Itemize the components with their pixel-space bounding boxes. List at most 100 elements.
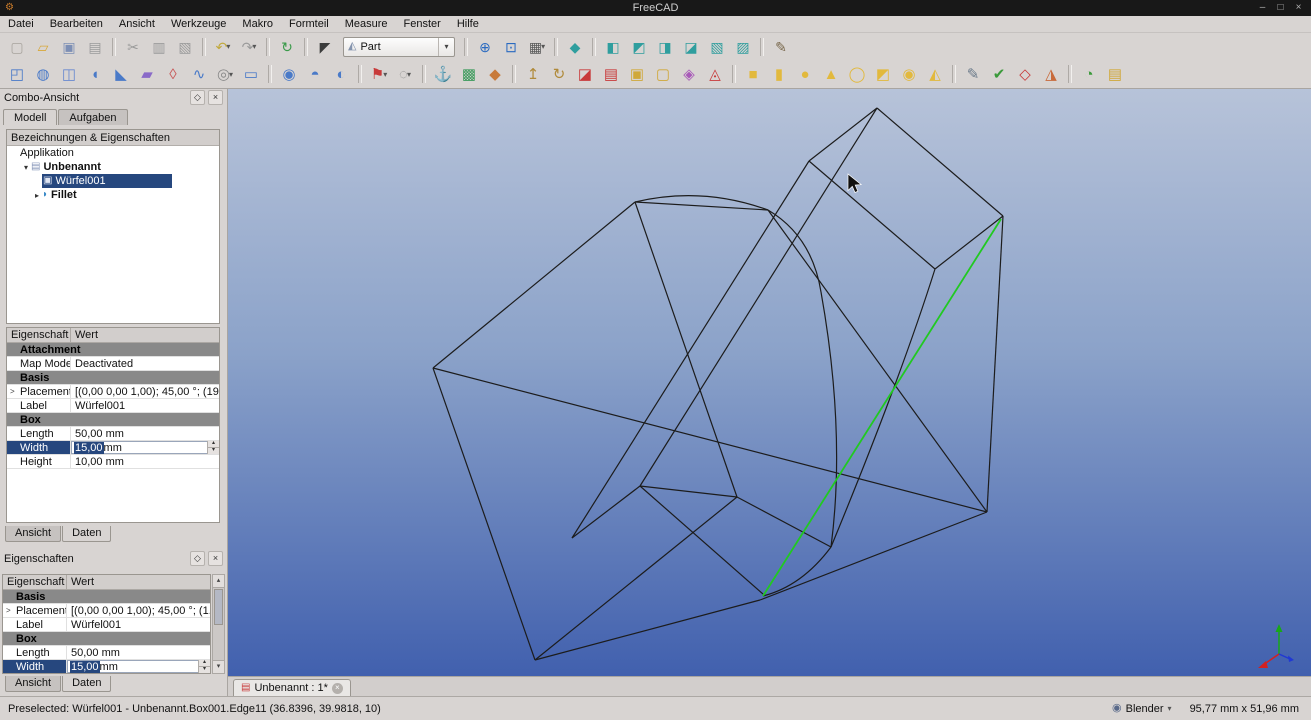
maximize-button[interactable]: □ — [1274, 1, 1287, 15]
expander-icon[interactable]: ▸ — [32, 191, 42, 200]
column-header-property[interactable]: Eigenschaft — [7, 328, 71, 342]
column-header-property[interactable]: Eigenschaft — [3, 575, 67, 589]
property-value[interactable]: 15,00 mm ▴ ▾ — [71, 441, 219, 454]
column-header-value[interactable]: Wert — [67, 575, 98, 589]
scrollbar-thumb[interactable] — [214, 589, 223, 625]
viewport-canvas[interactable] — [228, 89, 1311, 676]
primitive-cone-button[interactable]: ▲ — [818, 62, 844, 86]
boolean-fragments-button[interactable]: ◔ — [1076, 62, 1102, 86]
chamfer-button[interactable]: ◣ — [108, 62, 134, 86]
view-bottom-button[interactable]: ▧ — [704, 35, 730, 59]
document-tab[interactable]: ▤ Unbenannt : 1* × — [233, 679, 351, 696]
expander-icon[interactable]: ▾ — [21, 163, 31, 172]
scroll-up-icon[interactable]: ▴ — [213, 575, 224, 588]
revolve-button[interactable]: ↻ — [546, 62, 572, 86]
float-panel-icon[interactable]: ◇ — [190, 90, 205, 105]
float-panel-icon[interactable]: ◇ — [190, 551, 205, 566]
property-name[interactable]: Label — [3, 618, 67, 631]
expander-icon[interactable]: > — [6, 606, 11, 615]
whats-this-button[interactable]: ◤ — [312, 35, 338, 59]
refine-shape-button[interactable]: ◇ — [1012, 62, 1038, 86]
minimize-button[interactable]: – — [1256, 1, 1269, 15]
zoom-selection-button[interactable]: ⊡ — [498, 35, 524, 59]
property-value[interactable]: [(0,00 0,00 1,00); 45,00 °; (1... — [67, 604, 210, 617]
property-name[interactable]: > Placement — [3, 604, 67, 617]
spin-down-icon[interactable]: ▾ — [208, 447, 219, 454]
tree-item-applikation[interactable]: Applikation — [7, 146, 219, 160]
property-name[interactable]: Width — [7, 441, 71, 454]
menu-fenster[interactable]: Fenster — [396, 17, 449, 31]
tab-aufgaben[interactable]: Aufgaben — [58, 109, 128, 125]
primitives-dialog-button[interactable]: ◩ — [870, 62, 896, 86]
zoom-fit-all-button[interactable]: ⊕ — [472, 35, 498, 59]
measure-button[interactable]: ✎ — [768, 35, 794, 59]
wireframe-model[interactable] — [432, 107, 1004, 661]
section-plane-button[interactable]: ⚑ ▾ — [366, 62, 392, 86]
print-button[interactable]: ▤ — [82, 35, 108, 59]
expander-icon[interactable]: > — [10, 387, 15, 396]
property-value[interactable]: Würfel001 — [71, 399, 219, 412]
sweep-button[interactable]: ∿ — [186, 62, 212, 86]
loft-button[interactable]: ◊ — [160, 62, 186, 86]
part-export-button[interactable]: ◍ — [30, 62, 56, 86]
property-value[interactable]: Würfel001 — [67, 618, 210, 631]
paste-button[interactable]: ▧ — [172, 35, 198, 59]
tree-item-fillet[interactable]: ▸ ◗ Fillet — [7, 188, 219, 202]
tube-button[interactable]: ◉ — [896, 62, 922, 86]
ruled-surface-button[interactable]: ▰ — [134, 62, 160, 86]
close-button[interactable]: × — [1292, 1, 1305, 15]
primitive-torus-button[interactable]: ◯ — [844, 62, 870, 86]
spin-down-icon[interactable]: ▾ — [199, 666, 210, 673]
part-import-button[interactable]: ◰ — [4, 62, 30, 86]
property-name[interactable]: > Placement — [7, 385, 71, 398]
boolean-union-button[interactable]: ◉ — [276, 62, 302, 86]
menu-hilfe[interactable]: Hilfe — [449, 17, 487, 31]
property-value[interactable]: 50,00 mm — [67, 646, 210, 659]
projection-on-surface-button[interactable]: ◈ — [676, 62, 702, 86]
menu-datei[interactable]: Datei — [0, 17, 42, 31]
connect-objects-button[interactable]: ◌ ▾ — [392, 62, 418, 86]
tree-item-w-rfel001[interactable]: ▣ Würfel001 — [7, 174, 219, 188]
property-value[interactable]: 15,00 mm ▴ ▾ — [67, 660, 210, 673]
make-compound-button[interactable]: ▩ — [456, 62, 482, 86]
offset-3d-button[interactable]: ▣ — [624, 62, 650, 86]
menu-makro[interactable]: Makro — [234, 17, 281, 31]
view-front-button[interactable]: ◧ — [600, 35, 626, 59]
menu-ansicht[interactable]: Ansicht — [111, 17, 163, 31]
group-button[interactable]: ▤ — [1102, 62, 1128, 86]
copy-button[interactable]: ▥ — [146, 35, 172, 59]
chevron-down-icon[interactable]: ▾ — [541, 42, 545, 51]
mirror-button[interactable]: ◫ — [56, 62, 82, 86]
view-rear-button[interactable]: ◪ — [678, 35, 704, 59]
menu-measure[interactable]: Measure — [337, 17, 396, 31]
property-value[interactable]: 10,00 mm — [71, 455, 219, 468]
props-bottom-tab-ansicht[interactable]: Ansicht — [5, 676, 62, 692]
cut-button[interactable]: ✂ — [120, 35, 146, 59]
menu-formteil[interactable]: Formteil — [281, 17, 337, 31]
sketch-on-face-button[interactable]: ✎ — [960, 62, 986, 86]
menu-bearbeiten[interactable]: Bearbeiten — [42, 17, 111, 31]
convert-to-solid-button[interactable]: ◮ — [1038, 62, 1064, 86]
property-value[interactable]: [(0,00 0,00 1,00); 45,00 °; (19,... — [71, 385, 219, 398]
property-name[interactable]: Height — [7, 455, 71, 468]
spinbox-arrows[interactable]: ▴ ▾ — [198, 660, 210, 673]
primitive-sphere-button[interactable]: ● — [792, 62, 818, 86]
section-button[interactable]: ◪ — [572, 62, 598, 86]
highlighted-edge[interactable] — [762, 218, 1002, 597]
property-name[interactable]: Length — [7, 427, 71, 440]
props-bottom-tab-daten[interactable]: Daten — [62, 676, 112, 692]
spinbox-arrows[interactable]: ▴ ▾ — [207, 441, 219, 454]
view-isometric-button[interactable]: ◆ — [562, 35, 588, 59]
check-geometry-button[interactable]: ✔ — [986, 62, 1012, 86]
vertical-scrollbar[interactable]: ▴ ▾ — [212, 574, 225, 674]
menu-werkzeuge[interactable]: Werkzeuge — [163, 17, 234, 31]
close-panel-icon[interactable]: × — [208, 551, 223, 566]
combo-bottom-tab-daten[interactable]: Daten — [62, 526, 112, 542]
tree-item-unbenannt[interactable]: ▾ ▤ Unbenannt — [7, 160, 219, 174]
property-name[interactable]: Map Mode — [7, 357, 71, 370]
offset-button[interactable]: ◎ ▾ — [212, 62, 238, 86]
offset-2d-button[interactable]: ▢ — [650, 62, 676, 86]
new-document-button[interactable]: ▢ — [4, 35, 30, 59]
property-name[interactable]: Width — [3, 660, 67, 673]
chevron-down-icon[interactable]: ▾ — [226, 42, 230, 51]
